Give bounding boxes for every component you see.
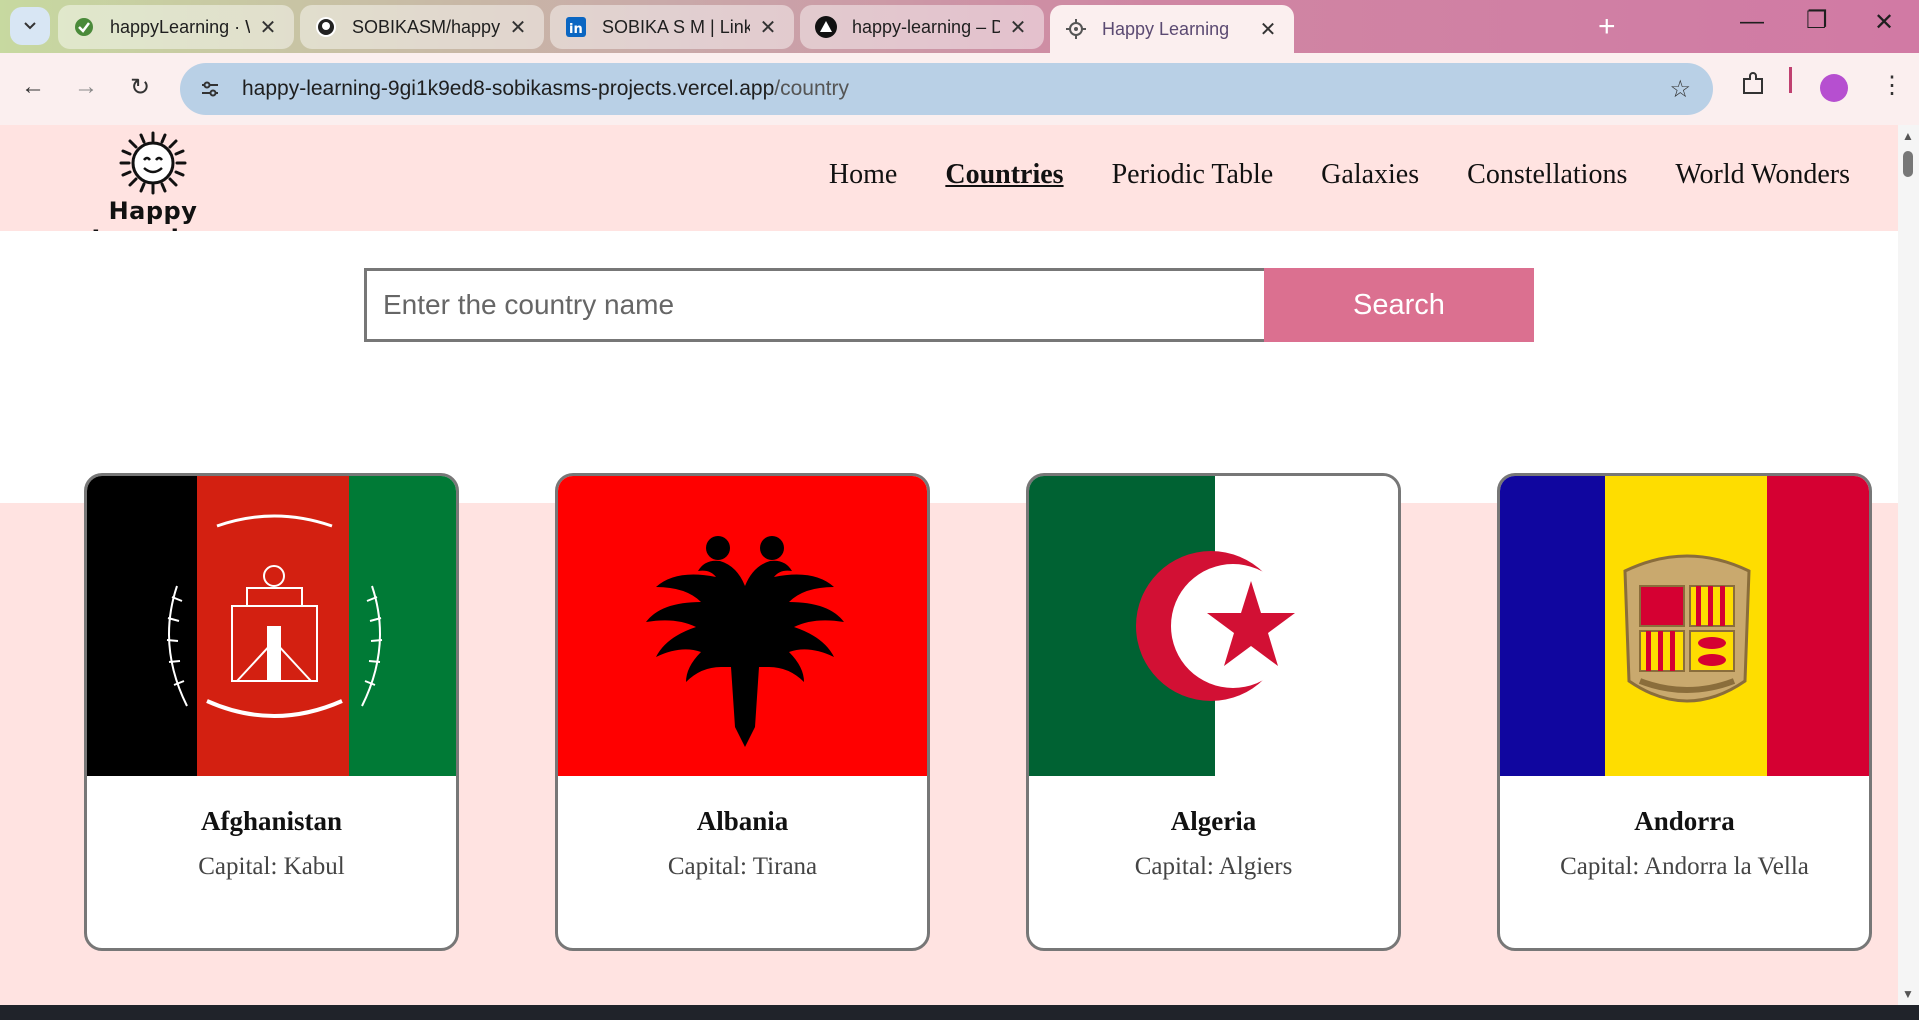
site-info-icon[interactable] — [194, 73, 226, 105]
flag-andorra — [1500, 476, 1869, 776]
nav-constellations[interactable]: Constellations — [1467, 159, 1627, 191]
country-name: Algeria — [1170, 806, 1257, 836]
window-close-icon[interactable]: ✕ — [1874, 8, 1894, 37]
browser-tab[interactable]: in SOBIKA S M | LinkedIn ✕ — [550, 5, 794, 49]
address-bar[interactable]: happy-learning-9gi1k9ed8-sobikasms-proje… — [180, 63, 1713, 115]
url-host: happy-learning-9gi1k9ed8-sobikasms-proje… — [242, 77, 775, 100]
close-icon[interactable]: ✕ — [1006, 15, 1030, 40]
sun-logo-icon — [119, 131, 187, 195]
bookmark-star-icon[interactable]: ☆ — [1669, 75, 1691, 104]
country-name: Albania — [696, 806, 789, 836]
scroll-up-icon[interactable]: ▲ — [1902, 129, 1914, 143]
linkedin-icon: in — [564, 15, 588, 39]
country-capital: Capital: Tirana — [667, 853, 818, 880]
extensions-icon[interactable] — [1740, 71, 1766, 104]
country-card[interactable]: Andorra Capital: Andorra la Vella — [1497, 473, 1872, 951]
gear-icon — [1064, 17, 1088, 41]
nav-world-wonders[interactable]: World Wonders — [1675, 159, 1850, 191]
nav-periodic-table[interactable]: Periodic Table — [1112, 159, 1274, 191]
scrollbar-thumb[interactable] — [1903, 151, 1913, 177]
site-logo[interactable]: Happy Learning — [48, 131, 258, 253]
tab-title: happy-learning – Deploy — [852, 16, 1000, 37]
search-button[interactable]: Search — [1264, 268, 1534, 342]
country-card[interactable]: Albania Capital: Tirana — [555, 473, 930, 951]
restore-icon[interactable]: ❐ — [1806, 6, 1828, 35]
tab-title: SOBIKASM/happyLearnin — [352, 16, 500, 37]
flag-albania — [558, 476, 927, 776]
back-icon[interactable]: ← — [15, 69, 51, 105]
browser-tab[interactable]: SOBIKASM/happyLearnin ✕ — [300, 5, 544, 49]
menu-kebab-icon[interactable]: ⋮ — [1880, 71, 1904, 100]
forward-icon[interactable]: → — [68, 69, 104, 105]
flag-algeria — [1029, 476, 1398, 776]
country-capital: Capital: Algiers — [1134, 853, 1293, 880]
main-nav: Home Countries Periodic Table Galaxies C… — [829, 159, 1850, 191]
reload-icon[interactable]: ↻ — [122, 69, 158, 105]
country-card[interactable]: Afghanistan Capital: Kabul — [84, 473, 459, 951]
close-icon[interactable]: ✕ — [1256, 17, 1280, 42]
tab-title: SOBIKA S M | LinkedIn — [602, 16, 750, 37]
os-taskbar — [0, 1005, 1919, 1020]
flag-afghanistan — [87, 476, 456, 776]
url-path: /country — [774, 77, 849, 100]
site-header: Happy Learning Home Countries Periodic T… — [0, 125, 1898, 253]
country-name: Afghanistan — [200, 806, 343, 836]
country-name: Andorra — [1634, 806, 1735, 836]
country-capital: Capital: Andorra la Vella — [1560, 853, 1809, 880]
nav-home[interactable]: Home — [829, 159, 897, 191]
render-check-icon — [72, 15, 96, 39]
scroll-down-icon[interactable]: ▼ — [1902, 987, 1914, 1001]
page-scrollbar[interactable]: ▲ ▼ — [1898, 125, 1919, 1005]
github-icon — [314, 15, 338, 39]
nav-galaxies[interactable]: Galaxies — [1321, 159, 1419, 191]
nav-countries[interactable]: Countries — [945, 159, 1063, 191]
close-icon[interactable]: ✕ — [756, 15, 780, 40]
close-icon[interactable]: ✕ — [256, 15, 280, 40]
avatar[interactable] — [1820, 74, 1848, 102]
browser-tab-active[interactable]: Happy Learning ✕ — [1050, 5, 1294, 53]
tab-title: Happy Learning — [1102, 18, 1230, 39]
browser-tab[interactable]: happyLearning · Web Se ✕ — [58, 5, 294, 49]
tab-title: happyLearning · Web Se — [110, 16, 250, 37]
tab-search-button[interactable] — [10, 7, 50, 45]
page-viewport: Happy Learning Home Countries Periodic T… — [0, 125, 1898, 1005]
browser-tab-bar: happyLearning · Web Se ✕ SOBIKASM/happyL… — [0, 0, 1919, 53]
country-capital: Capital: Kabul — [198, 853, 345, 880]
chevron-down-icon — [24, 22, 36, 30]
browser-tab[interactable]: happy-learning – Deploy ✕ — [800, 5, 1044, 49]
country-search-input[interactable] — [364, 268, 1264, 342]
url-text: happy-learning-9gi1k9ed8-sobikasms-proje… — [242, 77, 849, 101]
browser-toolbar: ← → ↻ happy-learning-9gi1k9ed8-sobikasms… — [0, 53, 1919, 125]
vercel-icon — [814, 15, 838, 39]
svg-text:in: in — [569, 22, 583, 37]
close-icon[interactable]: ✕ — [506, 15, 530, 40]
minimize-icon[interactable]: — — [1740, 8, 1764, 36]
toolbar-divider — [1789, 67, 1792, 93]
country-card[interactable]: Algeria Capital: Algiers — [1026, 473, 1401, 951]
new-tab-button[interactable]: + — [1598, 10, 1616, 44]
